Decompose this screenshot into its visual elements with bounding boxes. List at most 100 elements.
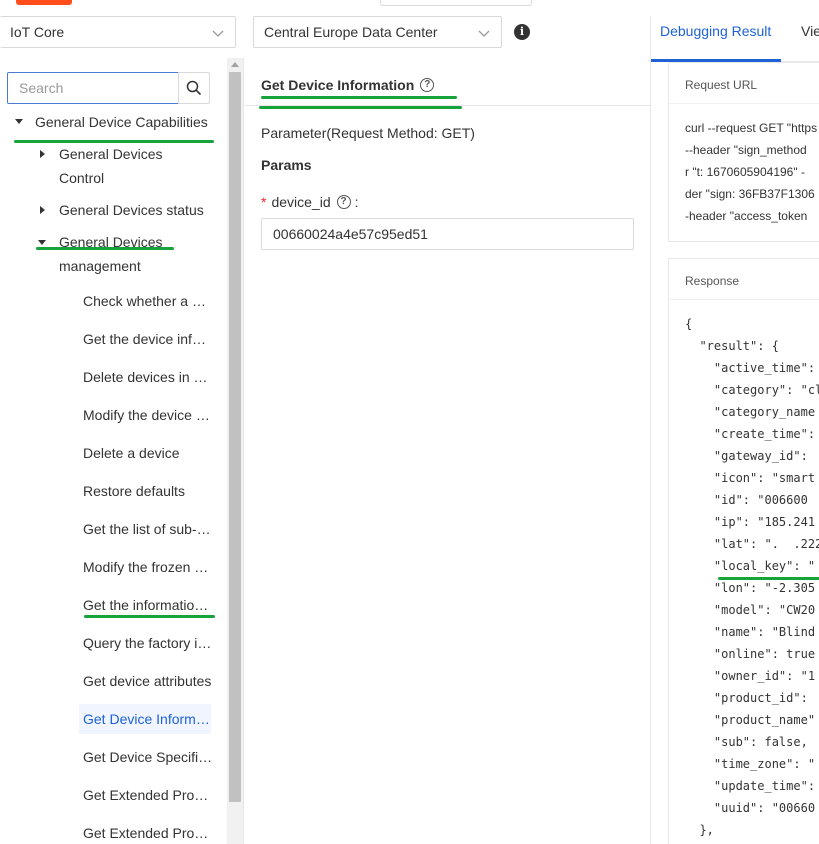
json-line: "uuid": "00660 <box>685 801 816 815</box>
curl-line: r "t: 1670605904196" - <box>685 165 805 179</box>
json-line: "owner_id": "1 <box>685 669 816 683</box>
json-line: "category": "cl <box>685 383 819 397</box>
annotation-underline <box>84 615 215 618</box>
top-strip <box>0 0 819 16</box>
json-line: "update_time": <box>685 779 816 793</box>
caret-right-icon[interactable] <box>40 206 45 214</box>
json-line: "time_zone": " <box>685 757 816 771</box>
json-line: "product_name" <box>685 713 816 727</box>
divider <box>669 103 819 104</box>
curl-line: --header "sign_method <box>685 143 807 157</box>
response-title: Response <box>685 274 740 288</box>
product-select[interactable]: IoT Core <box>0 16 236 48</box>
device-id-label-text: device_id <box>271 194 331 210</box>
tree-group-label: General Devices <box>59 146 163 162</box>
required-asterisk-icon: * <box>261 194 267 210</box>
caret-right-icon[interactable] <box>40 150 45 158</box>
tree-group-devices-status[interactable]: General Devices status <box>59 198 204 222</box>
json-line: "product_id": <box>685 691 808 705</box>
tree-leaf[interactable]: Get the device information <box>83 329 213 349</box>
request-url-card: Request URL curl --request GET "https --… <box>668 62 819 242</box>
scroll-thumb[interactable] <box>229 72 241 802</box>
help-icon[interactable]: ? <box>336 195 351 209</box>
tab-view[interactable]: View <box>801 23 819 39</box>
datacenter-select[interactable]: Central Europe Data Center <box>253 16 502 48</box>
tree-group-label: Control <box>59 170 105 186</box>
tree-leaf[interactable]: Get Extended Properties <box>83 823 213 843</box>
annotation-underline <box>36 247 174 250</box>
scrollbar[interactable] <box>227 58 243 844</box>
info-icon[interactable]: i <box>514 24 530 40</box>
curl-line: curl --request GET "https <box>685 121 818 135</box>
json-line: "lat": ". .222 <box>685 537 819 551</box>
json-line: "result": { <box>685 339 779 353</box>
json-line: "create_time": <box>685 427 816 441</box>
label-colon: : <box>354 194 359 210</box>
tree-group-devices-control[interactable]: General Devices Control <box>59 142 163 190</box>
json-line: { <box>685 317 693 331</box>
device-id-input[interactable]: 00660024a4e57c95ed51 <box>261 218 634 250</box>
search-icon <box>186 80 202 96</box>
tree-leaf[interactable]: Get the list of sub-devices <box>83 519 213 539</box>
annotation-underline <box>261 96 457 99</box>
caret-down-icon[interactable] <box>38 240 46 245</box>
tree-leaf[interactable]: Query the factory information <box>83 633 213 653</box>
tree-leaf[interactable]: Restore defaults <box>83 481 213 501</box>
divider <box>669 299 819 300</box>
tree-group-label: General Devices <box>59 234 163 250</box>
parameter-heading: Parameter(Request Method: GET) <box>261 125 475 141</box>
params-label: Params <box>261 157 312 173</box>
tree-leaf[interactable]: Get device attributes <box>83 671 213 691</box>
json-line: }, <box>685 823 714 837</box>
tree-leaf[interactable]: Get Extended Properties <box>83 785 213 805</box>
json-line: "gateway_id": <box>685 449 808 463</box>
curl-line: der "sign: 36FB37F1306 <box>685 187 815 201</box>
product-select-value: IoT Core <box>10 24 65 40</box>
search-button[interactable] <box>178 72 210 104</box>
tree-leaf[interactable]: Get the information of a device <box>83 595 213 615</box>
tree-leaf[interactable]: Modify the frozen state <box>83 557 213 577</box>
tree-leaf[interactable]: Modify the device name <box>83 405 213 425</box>
api-tree-panel: Search General Device Capabilities Gener… <box>0 58 244 844</box>
annotation-underline <box>718 577 819 580</box>
json-line: "model": "CW20 <box>685 603 816 617</box>
divider <box>245 105 650 106</box>
tree-leaf[interactable]: Check whether a device is online <box>83 291 213 311</box>
curl-line: -header "access_token <box>685 209 808 223</box>
help-icon[interactable]: ? <box>420 78 435 92</box>
tree-root-general-device-capabilities[interactable]: General Device Capabilities <box>35 110 208 134</box>
json-line: "ip": "185.241 <box>685 515 816 529</box>
top-search-box[interactable] <box>380 0 532 6</box>
page-title-text: Get Device Information <box>261 77 415 93</box>
result-tabs: Debugging Result View <box>651 16 819 62</box>
json-line: "online": true <box>685 647 816 661</box>
page-title: Get Device Information ? <box>261 77 435 93</box>
tab-debugging-result[interactable]: Debugging Result <box>660 23 771 39</box>
annotation-underline <box>259 106 462 109</box>
scroll-up-arrow-icon[interactable] <box>231 62 239 67</box>
tree-leaf[interactable]: Delete a device <box>83 443 213 463</box>
search-input[interactable]: Search <box>7 72 179 104</box>
tree-leaf[interactable]: Delete devices in batches <box>83 367 213 387</box>
tree-leaf[interactable]: Get Device Specification <box>83 747 213 767</box>
caret-down-icon[interactable] <box>15 119 23 124</box>
json-line: "active_time": <box>685 361 816 375</box>
result-panel: Debugging Result View Request URL curl -… <box>650 16 819 844</box>
json-line: "sub": false, <box>685 735 808 749</box>
json-line: "icon": "smart <box>685 471 816 485</box>
json-line: "lon": "-2.305 <box>685 581 816 595</box>
json-line: "local_key": " <box>685 559 816 573</box>
device-id-label: * device_id ? : <box>261 194 359 210</box>
annotation-underline <box>14 140 214 143</box>
response-card: Response { "result": { "active_time": "c… <box>668 258 819 844</box>
json-line: "category_name <box>685 405 816 419</box>
brand-logo <box>16 0 72 5</box>
tree-group-devices-management[interactable]: General Devices management <box>59 230 163 278</box>
request-url-title: Request URL <box>685 78 758 92</box>
tree-group-label: management <box>59 258 141 274</box>
json-line: "name": "Blind <box>685 625 816 639</box>
chevron-down-icon <box>478 30 490 37</box>
chevron-down-icon <box>212 30 224 37</box>
datacenter-select-value: Central Europe Data Center <box>264 24 438 40</box>
tree-leaf-selected[interactable]: Get Device Information <box>79 704 211 734</box>
